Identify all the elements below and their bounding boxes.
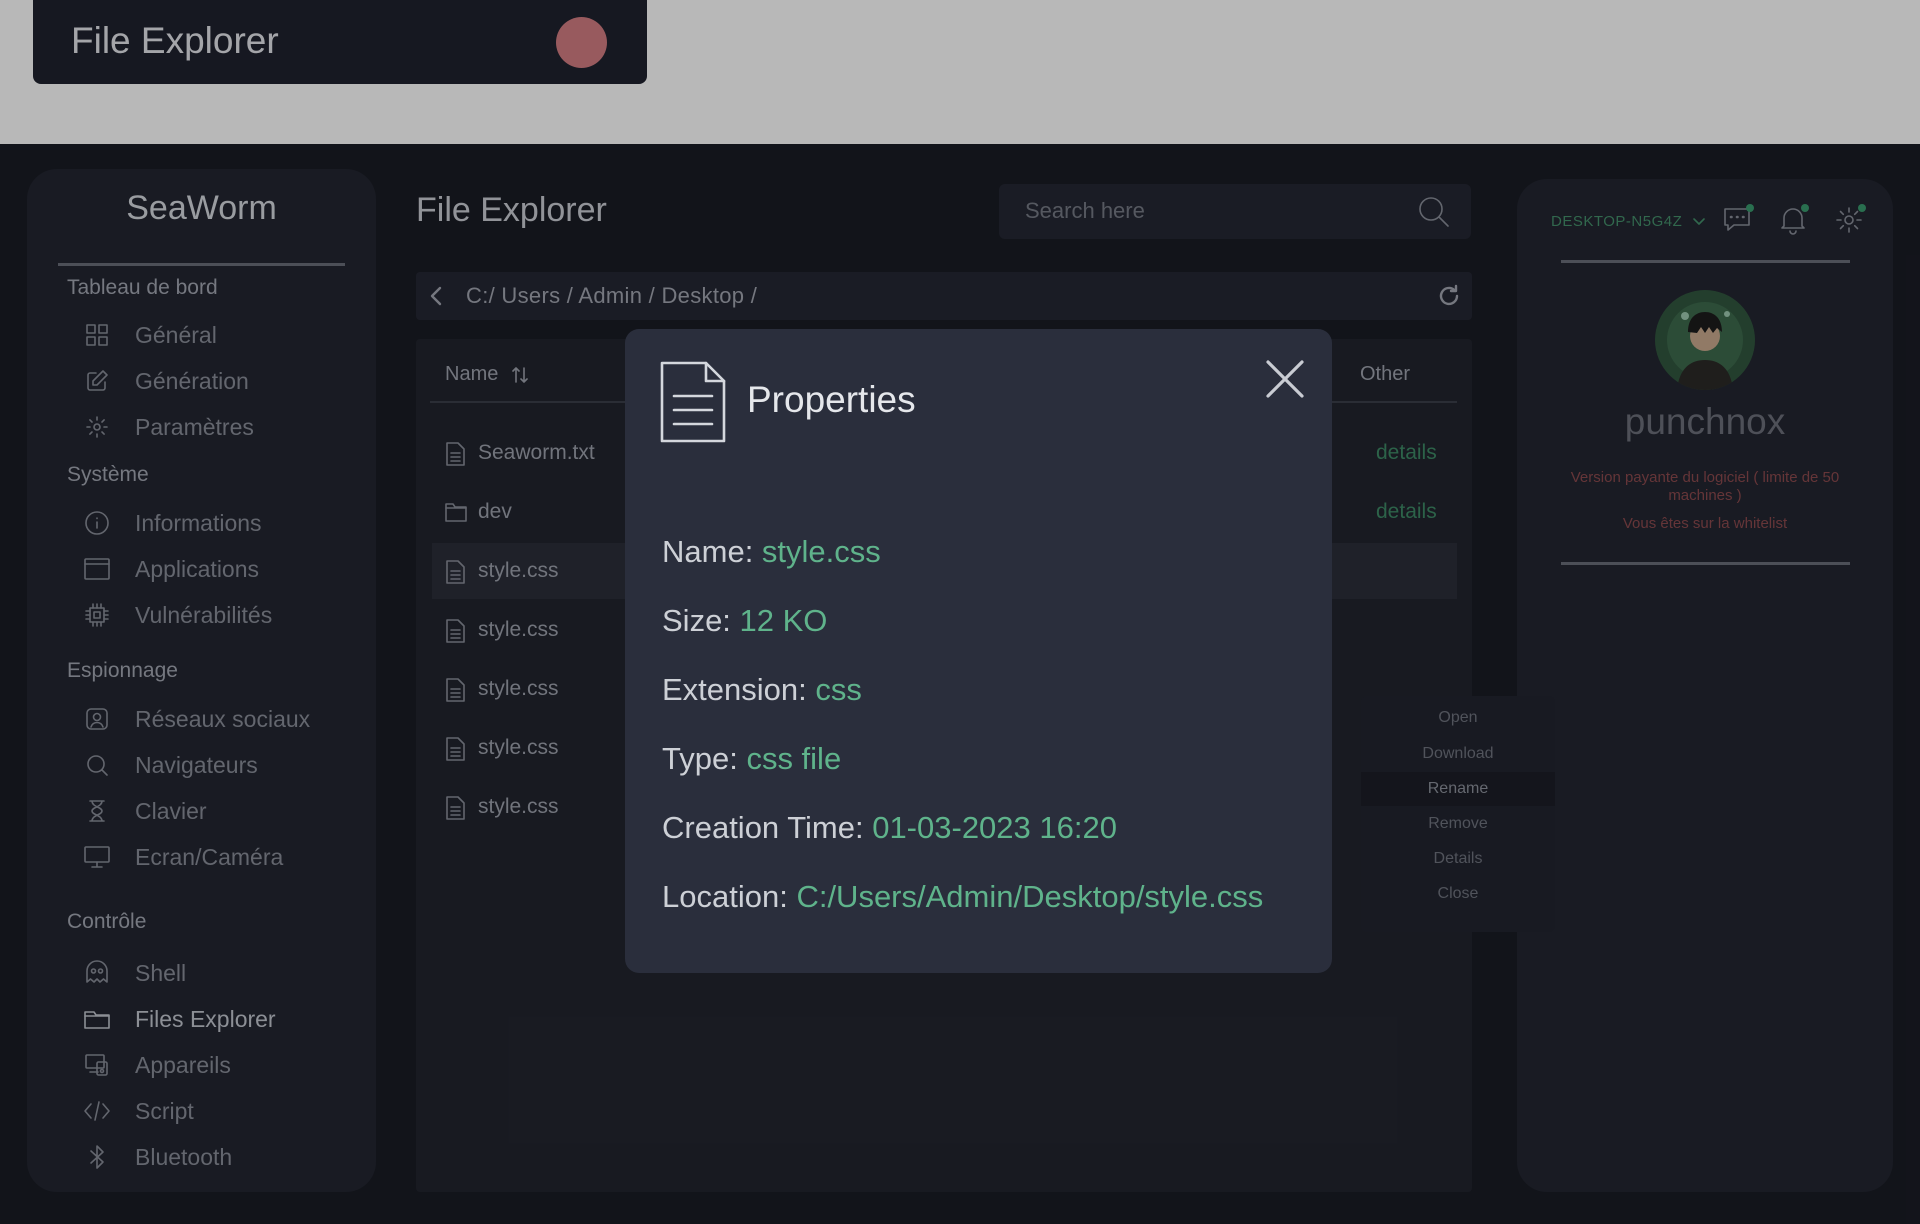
prop-creation-time: Creation Time: 01-03-2023 16:20 <box>662 810 1117 846</box>
close-icon[interactable] <box>1265 359 1305 399</box>
prop-size: Size: 12 KO <box>662 603 827 639</box>
prop-label: Location: <box>662 879 797 914</box>
prop-value: C:/Users/Admin/Desktop/style.css <box>796 879 1264 914</box>
modal-title: Properties <box>747 379 916 420</box>
prop-value: 01-03-2023 16:20 <box>872 810 1117 845</box>
prop-type: Type: css file <box>662 741 841 777</box>
prop-name: Name: style.css <box>662 534 881 570</box>
prop-label: Size: <box>662 603 740 638</box>
prop-value: style.css <box>761 534 881 569</box>
prop-extension: Extension: css <box>662 672 862 708</box>
prop-value: css file <box>746 741 842 776</box>
prop-value: 12 KO <box>739 603 828 638</box>
prop-label: Name: <box>662 534 762 569</box>
prop-value: css <box>815 672 862 707</box>
properties-modal: Properties Name: style.css Size: 12 KO E… <box>625 329 1332 973</box>
prop-label: Extension: <box>662 672 816 707</box>
document-icon <box>659 360 727 444</box>
prop-location: Location: C:/Users/Admin/Desktop/style.c… <box>662 879 1263 915</box>
prop-label: Type: <box>662 741 747 776</box>
prop-label: Creation Time: <box>662 810 873 845</box>
